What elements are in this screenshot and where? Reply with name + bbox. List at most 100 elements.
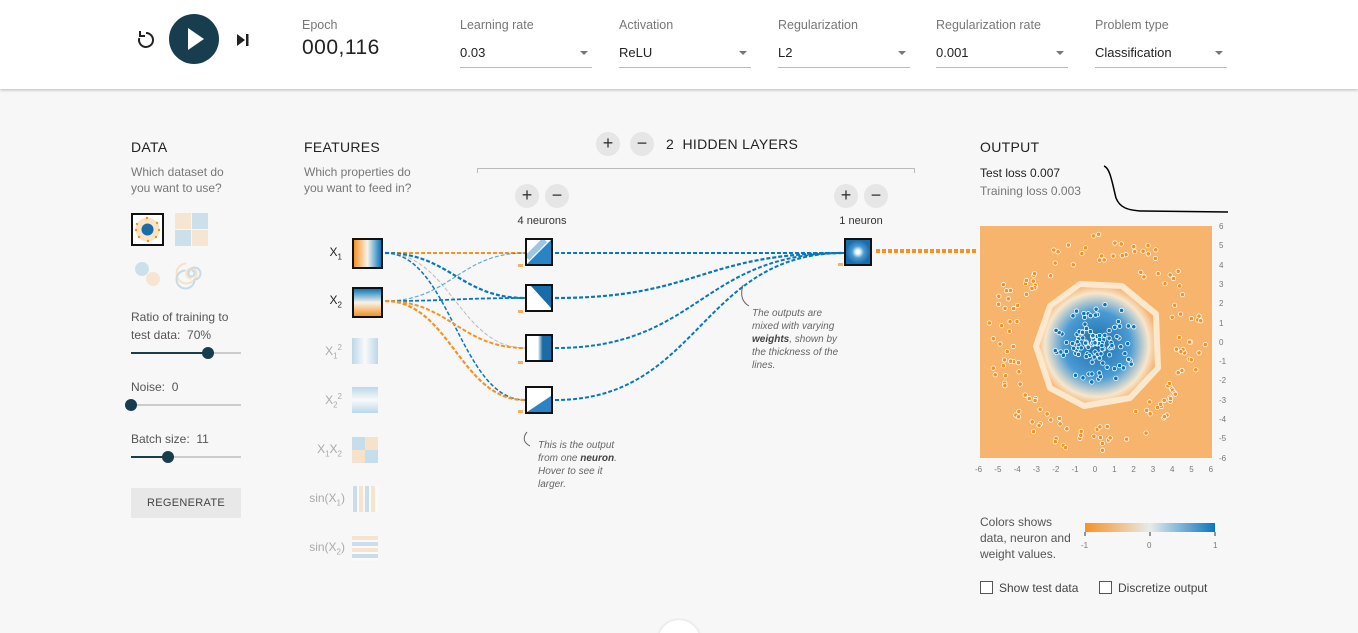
data-point-blue <box>1091 354 1097 360</box>
neuron-1-4-heatmap <box>527 388 551 412</box>
data-point-blue <box>1069 340 1076 347</box>
data-point-orange <box>1141 274 1147 280</box>
data-point-blue <box>1089 379 1095 385</box>
data-point-orange <box>1112 240 1118 246</box>
data-point-blue <box>1113 375 1119 381</box>
y-tick-label: -4 <box>1219 415 1227 424</box>
data-point-orange <box>1104 423 1110 430</box>
link-x2-n1 <box>384 252 526 302</box>
color-scale-bar <box>1084 523 1216 536</box>
data-point-orange <box>1175 370 1181 376</box>
data-point-blue <box>1087 328 1094 335</box>
data-point-blue <box>1085 344 1091 350</box>
data-point-blue <box>1071 345 1077 351</box>
data-point-blue <box>1128 361 1134 367</box>
link-n2-out <box>554 251 845 300</box>
data-point-blue <box>1109 342 1115 349</box>
data-point-orange <box>1016 369 1022 375</box>
y-tick-label: 4 <box>1219 260 1224 270</box>
checkbox-box[interactable] <box>1099 581 1112 594</box>
data-point-orange <box>1179 292 1186 298</box>
data-point-orange <box>1162 281 1168 287</box>
y-tick-label: 1 <box>1219 318 1224 328</box>
data-point-blue <box>1075 351 1082 357</box>
data-point-orange <box>1147 399 1153 405</box>
show-test-data-checkbox[interactable]: Show test data <box>980 581 1078 595</box>
data-point-orange <box>1175 268 1181 274</box>
legend-line-2: data, neuron and <box>980 531 1071 545</box>
annotation-arrow-weights <box>741 284 750 307</box>
neuron-output-heatmap <box>846 240 870 264</box>
data-point-blue <box>1106 352 1113 358</box>
data-point-blue <box>1082 340 1089 346</box>
data-point-blue <box>1114 333 1120 340</box>
data-point-orange <box>1052 260 1058 266</box>
x-tick-label: -6 <box>975 465 983 474</box>
data-point-orange <box>1131 244 1137 250</box>
x-tick-label: -1 <box>1071 465 1079 474</box>
loss-curve <box>1103 165 1229 213</box>
data-point-orange <box>1099 440 1105 447</box>
data-point-orange <box>1016 408 1022 414</box>
data-point-orange <box>1202 341 1208 348</box>
data-point-orange <box>1138 269 1144 275</box>
data-point-orange <box>1167 395 1174 402</box>
neuron-1-1[interactable] <box>525 238 553 266</box>
data-point-orange <box>1048 417 1054 423</box>
data-point-orange <box>1029 419 1035 425</box>
neuron-1-3[interactable] <box>525 334 553 362</box>
data-point-blue <box>1080 375 1086 381</box>
data-point-orange <box>1032 271 1038 277</box>
data-point-orange <box>1186 339 1193 345</box>
data-point-orange <box>998 323 1005 329</box>
y-tick-label: 3 <box>1219 279 1224 289</box>
discretize-output-checkbox[interactable]: Discretize output <box>1099 581 1207 595</box>
data-point-orange <box>992 372 998 378</box>
data-point-orange <box>1172 302 1178 308</box>
data-point-orange <box>1007 358 1014 364</box>
data-point-blue <box>1087 313 1094 319</box>
data-point-orange <box>1152 255 1159 262</box>
neuron-1-2[interactable] <box>525 284 553 312</box>
link-x2-n4 <box>384 299 526 402</box>
data-point-orange <box>1091 233 1097 239</box>
data-point-orange <box>1007 319 1013 325</box>
data-point-orange <box>1119 253 1125 259</box>
data-point-orange <box>1011 305 1017 312</box>
data-point-orange <box>1057 421 1063 427</box>
discretize-output-label: Discretize output <box>1118 581 1208 595</box>
y-tick-label: 6 <box>1219 222 1224 231</box>
neuron-annotation-bold: neuron <box>580 453 615 464</box>
checkbox-box[interactable] <box>980 581 993 594</box>
neuron-output[interactable] <box>844 238 872 266</box>
data-point-blue <box>1092 340 1098 346</box>
x-tick-label: 3 <box>1150 465 1156 474</box>
data-point-orange <box>1026 395 1032 402</box>
data-point-orange <box>1097 257 1103 263</box>
data-point-orange <box>1099 447 1106 453</box>
neuron-1-4[interactable] <box>525 386 553 414</box>
data-point-orange <box>1132 248 1138 255</box>
data-point-blue <box>1117 323 1123 329</box>
data-point-blue <box>1119 307 1125 313</box>
data-point-orange <box>1014 318 1020 325</box>
data-point-orange <box>1169 314 1175 320</box>
data-point-blue <box>1074 339 1080 345</box>
x-tick-label: 5 <box>1189 465 1194 474</box>
data-point-orange <box>1000 363 1007 369</box>
data-point-orange <box>1037 406 1043 412</box>
data-point-orange <box>1096 231 1102 237</box>
data-point-orange <box>1055 249 1061 255</box>
data-point-orange <box>1101 257 1107 263</box>
data-point-blue <box>1079 329 1086 335</box>
data-point-orange <box>1065 242 1072 248</box>
output-heatmap[interactable] <box>980 226 1212 458</box>
training-loss: Training loss 0.003 <box>980 184 1081 198</box>
data-point-orange <box>1144 407 1150 413</box>
data-point-orange <box>1044 411 1050 417</box>
data-point-blue <box>1089 359 1095 365</box>
data-point-orange <box>1143 430 1149 436</box>
data-point-orange <box>1155 271 1161 277</box>
data-point-blue <box>1083 353 1089 360</box>
data-point-orange <box>1091 433 1097 439</box>
